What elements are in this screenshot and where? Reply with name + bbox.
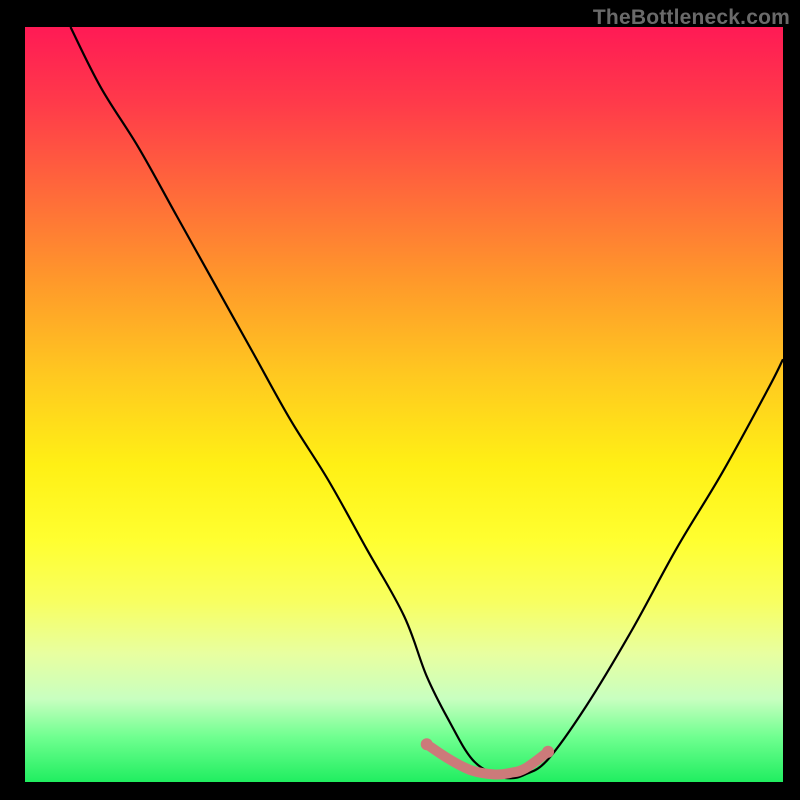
plot-area [25, 27, 783, 782]
valley-highlight [427, 744, 548, 774]
curve-svg [25, 27, 783, 782]
valley-dot-left [421, 738, 433, 750]
chart-container: TheBottleneck.com [0, 0, 800, 800]
bottleneck-curve [70, 27, 783, 778]
valley-dot-right [542, 746, 554, 758]
